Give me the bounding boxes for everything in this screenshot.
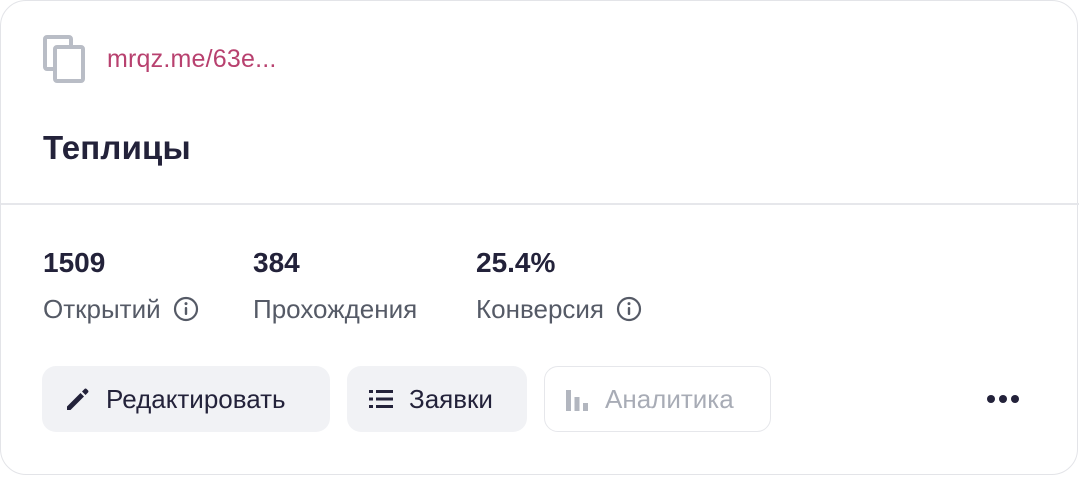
quiz-link[interactable]: mrqz.me/63e... (107, 45, 277, 74)
copy-icon[interactable] (43, 35, 85, 83)
stat-conversion-label: Конверсия (476, 294, 605, 324)
more-button[interactable] (977, 381, 1029, 417)
link-row: mrqz.me/63e... (43, 35, 277, 83)
quiz-title: Теплицы (43, 129, 191, 166)
divider (1, 203, 1079, 205)
stat-conversion-value: 25.4% (476, 247, 556, 278)
quiz-card: mrqz.me/63e... Теплицы 1509 Открытий 384… (0, 0, 1079, 475)
leads-button-label: Заявки (409, 383, 493, 414)
info-icon[interactable] (173, 296, 199, 322)
list-icon (369, 390, 393, 408)
stat-conversion: 25.4% Конверсия (476, 245, 642, 325)
stat-opens-value: 1509 (43, 247, 106, 278)
analytics-button[interactable]: Аналитика (544, 366, 771, 432)
more-dots-icon (987, 395, 1019, 403)
analytics-button-label: Аналитика (605, 383, 734, 414)
stat-opens-label-row: Открытий (43, 293, 199, 325)
info-icon[interactable] (616, 296, 642, 322)
stat-opens: 1509 Открытий (43, 245, 199, 325)
stat-opens-label: Открытий (43, 294, 161, 324)
stat-completions-label-row: Прохождения (253, 293, 417, 325)
stat-completions-value: 384 (253, 247, 300, 278)
stat-conversion-label-row: Конверсия (476, 293, 642, 325)
stat-completions-label: Прохождения (253, 294, 418, 324)
leads-button[interactable]: Заявки (347, 366, 527, 432)
edit-button-label: Редактировать (106, 383, 286, 414)
stat-completions: 384 Прохождения (253, 245, 417, 325)
bar-chart-icon (566, 390, 588, 411)
pencil-icon (67, 388, 89, 410)
edit-button[interactable]: Редактировать (42, 366, 330, 432)
